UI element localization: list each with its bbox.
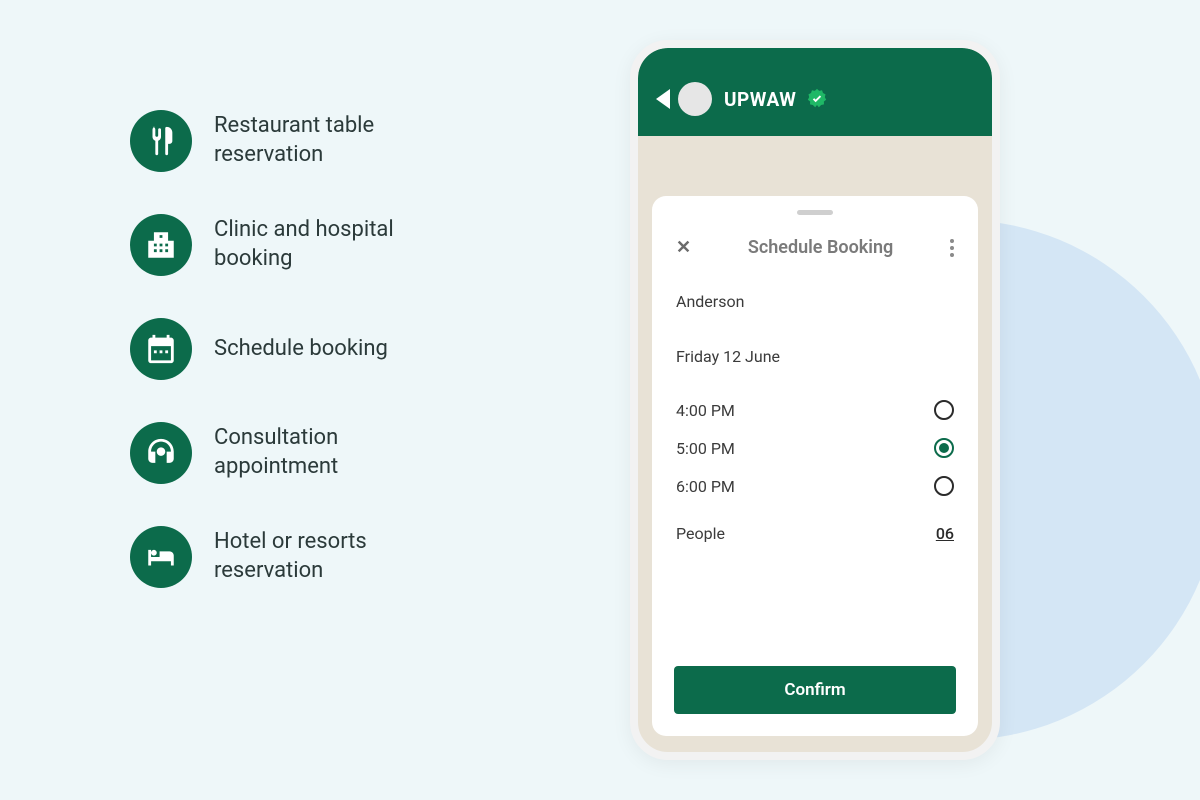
headset-icon — [130, 422, 192, 484]
feature-item-hotel: Hotel or resorts reservation — [130, 526, 444, 588]
sheet-header: ✕ Schedule Booking — [676, 237, 954, 258]
feature-item-clinic: Clinic and hospital booking — [130, 214, 444, 276]
time-label: 5:00 PM — [676, 439, 735, 458]
utensils-icon — [130, 110, 192, 172]
app-name: UPWAW — [724, 88, 796, 111]
people-value[interactable]: 06 — [936, 524, 954, 543]
feature-label: Restaurant table reservation — [214, 112, 444, 169]
verified-badge-icon — [806, 88, 828, 110]
hospital-icon — [130, 214, 192, 276]
phone-header: UPWAW — [638, 48, 992, 136]
booking-name: Anderson — [676, 292, 954, 311]
sheet-handle[interactable] — [797, 210, 833, 215]
people-row[interactable]: People 06 — [676, 524, 954, 543]
feature-label: Clinic and hospital booking — [214, 216, 444, 273]
back-icon[interactable] — [656, 89, 670, 109]
time-option[interactable]: 4:00 PM — [676, 400, 954, 420]
sheet-title: Schedule Booking — [748, 237, 893, 258]
close-icon[interactable]: ✕ — [676, 237, 691, 258]
feature-label: Schedule booking — [214, 335, 388, 364]
avatar[interactable] — [678, 82, 712, 116]
confirm-button[interactable]: Confirm — [674, 666, 956, 714]
time-label: 4:00 PM — [676, 401, 735, 420]
feature-label: Hotel or resorts reservation — [214, 528, 444, 585]
radio-selected-icon[interactable] — [934, 438, 954, 458]
phone-mockup: UPWAW ✕ Schedule Booking Anderson Friday… — [630, 40, 1000, 760]
feature-label: Consultation appointment — [214, 424, 444, 481]
radio-icon[interactable] — [934, 476, 954, 496]
feature-item-restaurant: Restaurant table reservation — [130, 110, 444, 172]
time-option[interactable]: 6:00 PM — [676, 476, 954, 496]
calendar-icon — [130, 318, 192, 380]
time-option[interactable]: 5:00 PM — [676, 438, 954, 458]
booking-date: Friday 12 June — [676, 347, 954, 366]
radio-icon[interactable] — [934, 400, 954, 420]
people-label: People — [676, 524, 725, 543]
feature-list: Restaurant table reservation Clinic and … — [130, 110, 444, 630]
time-label: 6:00 PM — [676, 477, 735, 496]
bed-icon — [130, 526, 192, 588]
booking-sheet: ✕ Schedule Booking Anderson Friday 12 Ju… — [652, 196, 978, 736]
feature-item-consultation: Consultation appointment — [130, 422, 444, 484]
feature-item-schedule: Schedule booking — [130, 318, 444, 380]
more-icon[interactable] — [950, 239, 954, 257]
